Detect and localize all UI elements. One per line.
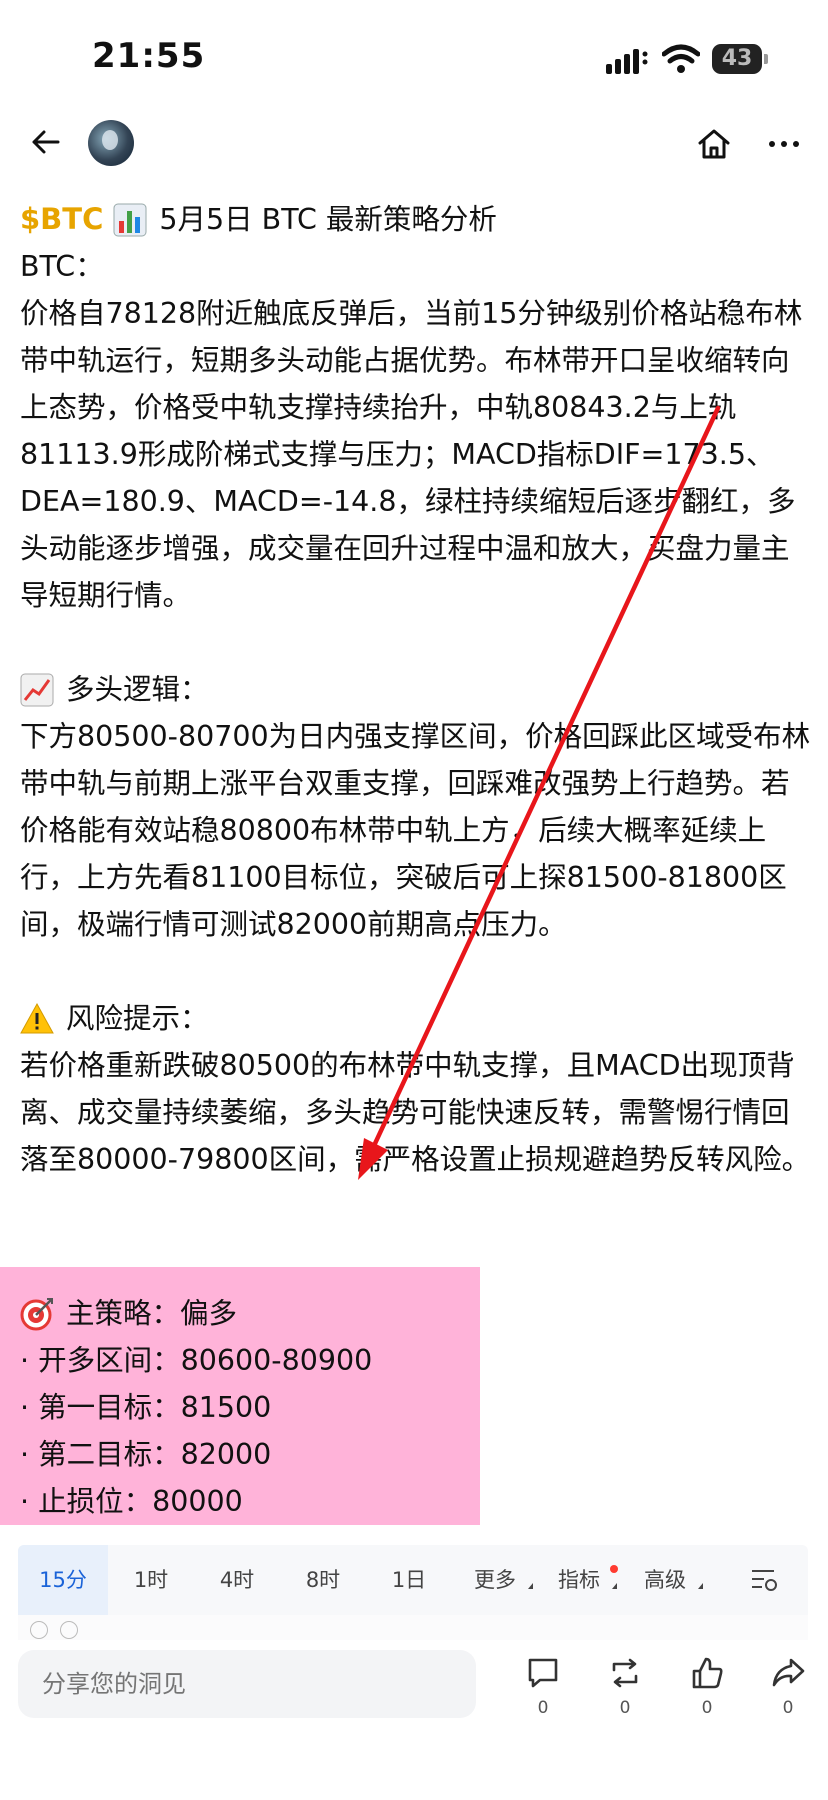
tab-8h[interactable]: 8时 [290,1545,356,1615]
strategy-heading-line: 主策略：偏多 [20,1290,372,1337]
strategy-row: · 第二目标：82000 [20,1438,272,1471]
strategy-row: · 开多区间：80600-80900 [20,1344,373,1377]
settings-gear-icon[interactable] [60,1621,78,1639]
strategy-row: · 第一目标：81500 [20,1391,272,1424]
battery-icon: 43 [712,44,768,74]
comment-button[interactable]: 0 [513,1654,573,1718]
comment-icon [528,1658,558,1688]
status-bar: 21:55 43 [0,0,828,100]
strategy-heading: 主策略：偏多 [66,1297,238,1330]
strategy-block: 主策略：偏多 · 开多区间：80600-80900 · 第一目标：81500 ·… [20,1290,372,1525]
advanced-caret-icon [698,1583,703,1589]
indicator-dot [610,1565,618,1573]
risk-heading-line: 风险提示： [20,995,812,1042]
chart-settings-icon[interactable] [750,1567,778,1593]
tab-advanced[interactable]: 高级 [634,1545,696,1615]
share-button[interactable]: 0 [758,1654,818,1718]
intro-label: BTC： [20,250,104,283]
timeframe-bar: 15分 1时 4时 8时 1日 更多 指标 高级 [18,1545,808,1615]
bull-text: 下方80500-80700为日内强支撑区间，价格回踩此区域受布林带中轨与前期上涨… [20,720,811,941]
tab-1h[interactable]: 1时 [118,1545,184,1615]
bottom-bar: 0 0 0 0 [0,1640,828,1800]
status-time: 21:55 [92,36,206,76]
bull-heading-line: 多头逻辑： [20,666,812,713]
risk-heading: 风险提示： [66,1002,209,1035]
risk-text: 若价格重新跌破80500的布林带中轨支撑，且MACD出现顶背离、成交量持续萎缩，… [20,1049,811,1176]
post-title: 5月5日 BTC 最新策略分析 [159,203,497,236]
strategy-row: · 止损位：80000 [20,1485,243,1518]
share-icon [772,1658,805,1687]
repost-count: 0 [619,1698,631,1718]
intro-text: 价格自78128附近触底反弹后，当前15分钟级别价格站稳布林带中轨运行，短期多头… [20,297,803,612]
wifi-icon [662,44,700,73]
tab-more[interactable]: 更多 [464,1545,526,1615]
signal-icon [606,49,648,74]
repost-icon [612,1658,638,1688]
share-input[interactable] [18,1650,476,1718]
battery-level: 43 [721,46,753,71]
repost-button[interactable]: 0 [595,1654,655,1718]
like-icon [692,1657,723,1689]
trend-up-emoji-icon [20,673,54,706]
tab-4h[interactable]: 4时 [204,1545,270,1615]
chart-emoji-icon [113,203,147,236]
tab-indicators[interactable]: 指标 [548,1545,610,1615]
share-count: 0 [782,1698,794,1718]
back-icon[interactable] [28,124,64,160]
comment-count: 0 [537,1698,549,1718]
more-icon[interactable] [766,126,802,162]
tab-1d[interactable]: 1日 [376,1545,442,1615]
tab-15m[interactable]: 15分 [18,1545,108,1615]
warning-emoji-icon [20,1002,54,1033]
like-button[interactable]: 0 [677,1654,737,1718]
ticker-link[interactable]: $BTC [20,196,103,243]
like-count: 0 [701,1698,713,1718]
avatar[interactable] [88,120,134,166]
more-caret-icon [528,1583,533,1589]
post-body: $BTC 5月5日 BTC 最新策略分析 BTC： 价格自78128附近触底反弹… [20,196,812,1183]
indicators-caret-icon [612,1583,617,1589]
bull-heading: 多头逻辑： [66,673,209,706]
post-header [0,110,828,182]
target-emoji-icon [20,1297,53,1330]
collapse-icon[interactable] [30,1621,48,1639]
post-title-line: $BTC 5月5日 BTC 最新策略分析 [20,196,812,243]
home-icon[interactable] [696,126,732,162]
